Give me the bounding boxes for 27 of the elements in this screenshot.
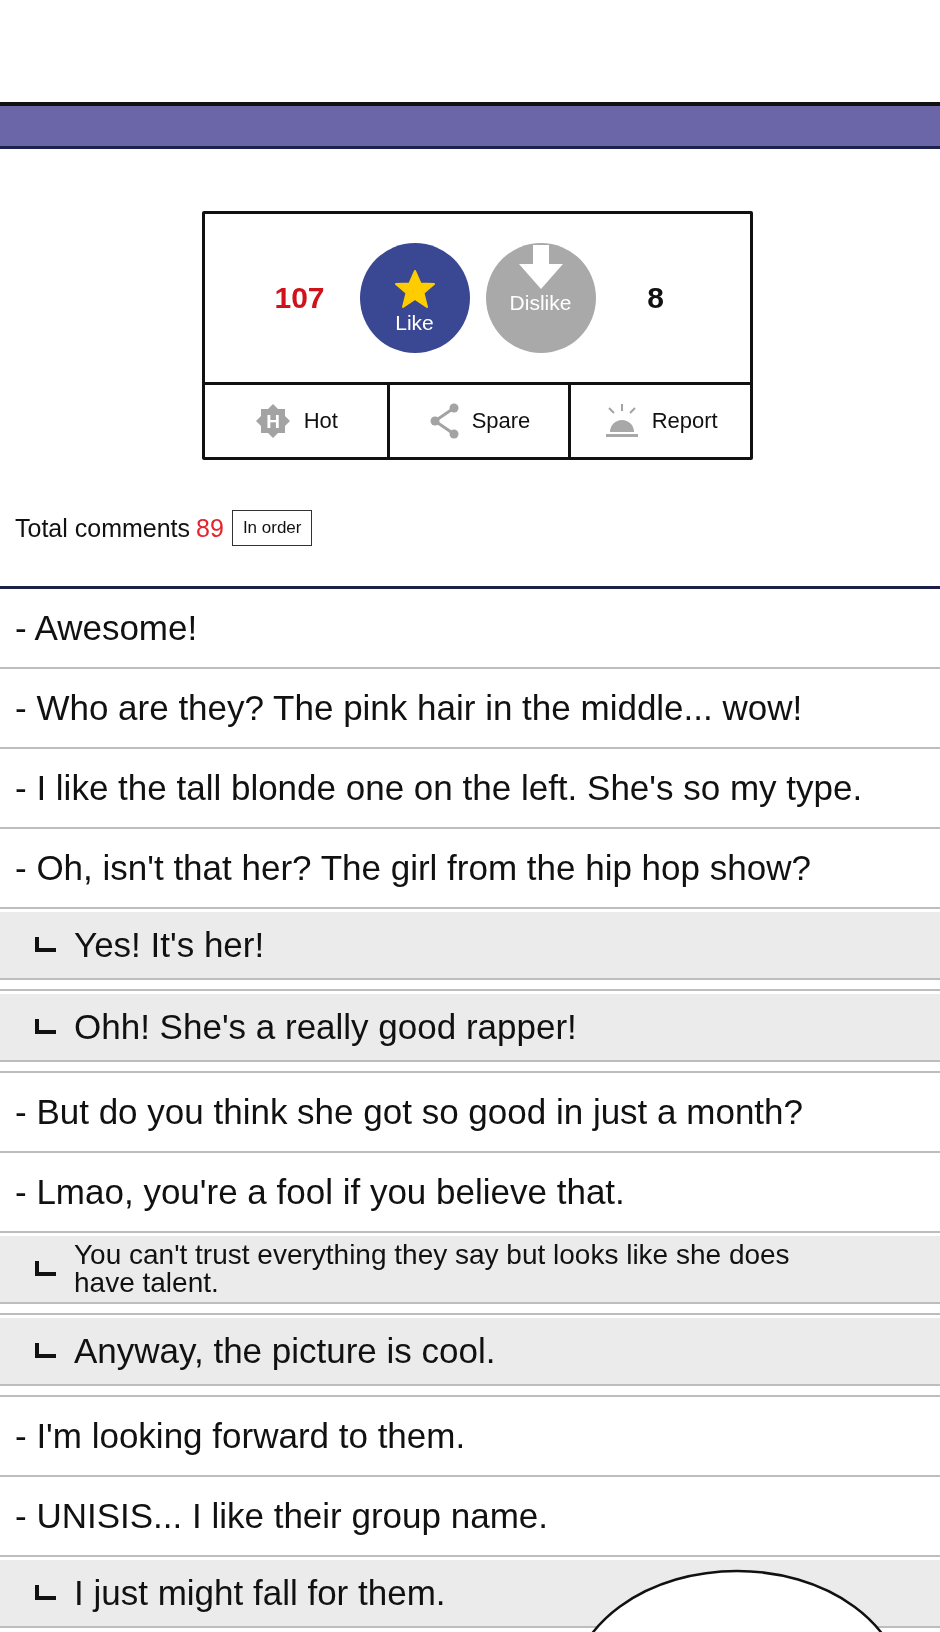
comment-text: - Oh, isn't that her? The girl from the hip hop show?	[15, 847, 811, 889]
reply-corner-icon	[34, 1261, 56, 1277]
comment-text: - Lmao, you're a fool if you believe that.	[15, 1171, 625, 1213]
comment-text: - Awesome!	[15, 607, 198, 649]
reply-corner-icon	[34, 1585, 56, 1601]
reply-text: I just might fall for them.	[74, 1572, 446, 1614]
star-icon	[393, 269, 436, 309]
reply-corner-icon	[34, 937, 56, 953]
reply-text: Yes! It's her!	[74, 924, 265, 966]
dislike-count: 8	[646, 281, 665, 315]
comment-text: - UNISIS... I like their group name.	[15, 1495, 548, 1537]
reply-text: Anyway, the picture is cool.	[74, 1330, 496, 1372]
reply-corner-icon	[34, 1343, 56, 1359]
comment-count: 89	[196, 513, 224, 543]
like-count: 107	[273, 281, 326, 315]
comment-text: - Who are they? The pink hair in the middle... wow!	[15, 687, 803, 729]
comment-text: - I like the tall blonde one on the left. She's so my type.	[15, 767, 863, 809]
total-comments-label: Total comments	[15, 513, 191, 543]
reply-text: Ohh! She's a really good rapper!	[74, 1006, 577, 1048]
reply-corner-icon	[34, 1019, 56, 1035]
comment-text: - But do you think she got so good in just a month?	[15, 1091, 803, 1133]
reply-text: You can't trust everything they say but looks like she does have talent.	[74, 1241, 791, 1297]
down-arrow-icon	[517, 245, 564, 289]
like-button[interactable]: Like	[359, 243, 470, 353]
siren-icon	[603, 404, 640, 438]
sort-button[interactable]: In order	[231, 510, 313, 546]
comment-text: - I'm looking forward to them.	[15, 1415, 466, 1457]
